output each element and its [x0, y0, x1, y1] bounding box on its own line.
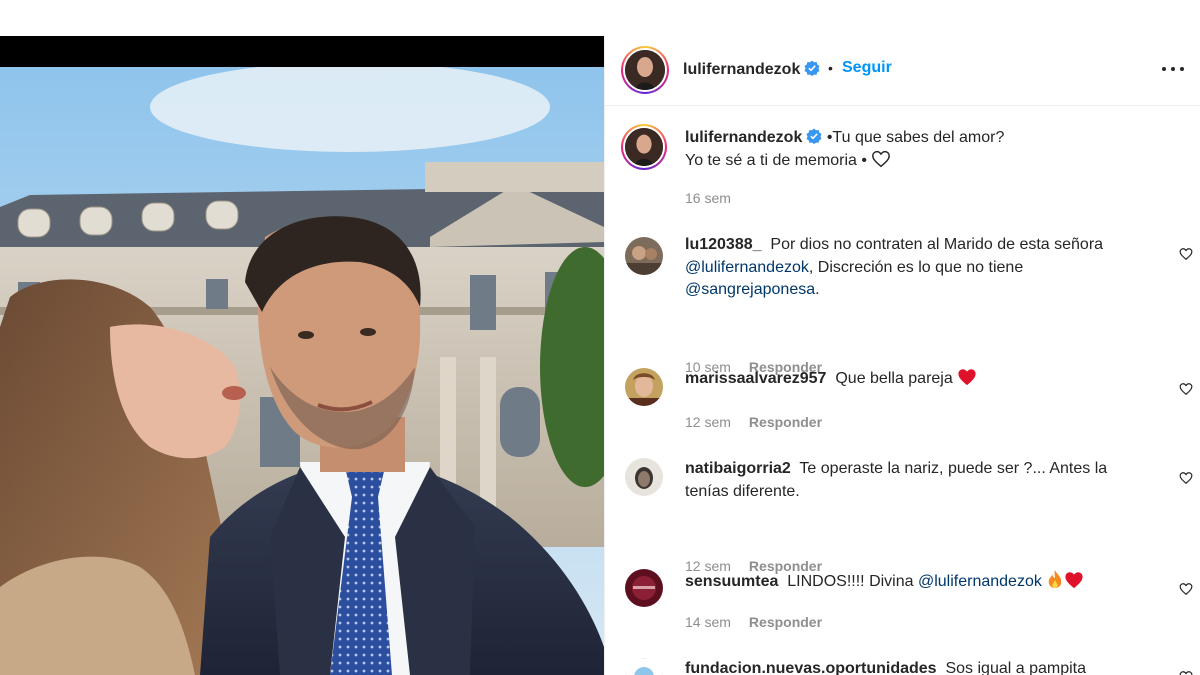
- author-username[interactable]: lulifernandezok: [683, 61, 800, 78]
- author-avatar-image: [625, 50, 665, 90]
- comment-username[interactable]: marissaalvarez957: [685, 370, 826, 387]
- comment-username[interactable]: fundacion.nuevas.oportunidades: [685, 660, 937, 675]
- comment-text: fundacion.nuevas.oportunidades Sos igual…: [685, 658, 1155, 675]
- caption-line-2: Yo te sé a ti de memoria •: [685, 151, 867, 169]
- like-heart-icon[interactable]: [1179, 247, 1193, 261]
- fire-emoji: [1049, 570, 1062, 588]
- comment-username[interactable]: lu120388_: [685, 236, 762, 253]
- comment-time: 12 sem: [685, 414, 731, 430]
- reply-button[interactable]: Responder: [749, 614, 822, 630]
- commenter-avatar-image: [625, 237, 663, 275]
- like-heart-icon[interactable]: [1179, 471, 1193, 485]
- caption-avatar-image: [625, 128, 663, 166]
- post-photo[interactable]: [0, 67, 604, 675]
- like-heart-icon[interactable]: [1179, 382, 1193, 396]
- comment-username[interactable]: sensuumtea: [685, 573, 778, 590]
- commenter-avatar[interactable]: [625, 658, 663, 675]
- commenter-avatar-image: [625, 368, 663, 406]
- caption-meta: 16 sem: [685, 190, 731, 206]
- comment-body: Por dios no contraten al Marido de esta …: [770, 236, 1104, 253]
- comment-meta: 12 sem Responder: [685, 414, 822, 430]
- author-avatar[interactable]: [621, 46, 669, 94]
- comment-body: , Discreción es lo que no tiene: [808, 258, 1024, 276]
- commenter-avatar[interactable]: [625, 237, 663, 275]
- caption-time: 16 sem: [685, 190, 731, 206]
- author-username-line: lulifernandezok: [683, 60, 820, 79]
- like-heart-icon[interactable]: [1179, 582, 1193, 596]
- comment-body: Sos igual a pampita: [945, 660, 1086, 675]
- caption-text: lulifernandezok •Tu que sabes del amor? …: [685, 127, 1155, 172]
- commenter-avatar[interactable]: [625, 458, 663, 496]
- comment-text: lu120388_ Por dios no contraten al Marid…: [685, 234, 1155, 302]
- post-header: lulifernandezok • Seguir: [605, 36, 1200, 106]
- commenter-avatar[interactable]: [625, 368, 663, 406]
- more-options-icon[interactable]: [1161, 56, 1185, 80]
- red-heart-emoji: [1065, 572, 1083, 589]
- commenter-avatar-image: [625, 658, 663, 675]
- post-media-area: [0, 0, 604, 675]
- comment-text: sensuumtea LINDOS!!!! Divina @lulifernan…: [685, 569, 1155, 594]
- comment-mention[interactable]: @lulifernandezok: [918, 573, 1042, 590]
- commenter-avatar-image: [625, 569, 663, 607]
- comment-meta: 14 sem Responder: [685, 614, 822, 630]
- post-details-panel: lulifernandezok • Seguir lulifernandezok…: [604, 36, 1200, 675]
- follow-button[interactable]: Seguir: [842, 59, 892, 77]
- media-top-bar: [0, 36, 604, 67]
- couple-selfie-image: [0, 67, 604, 675]
- comment-text: natibaigorria2 Te operaste la nariz, pue…: [685, 458, 1155, 503]
- outline-heart-icon: [872, 150, 891, 167]
- caption-author-avatar[interactable]: [621, 124, 667, 170]
- reply-button[interactable]: Responder: [749, 414, 822, 430]
- comment-username[interactable]: natibaigorria2: [685, 460, 791, 477]
- verified-badge-icon: [804, 60, 820, 76]
- comment-body: LINDOS!!!! Divina: [787, 573, 914, 590]
- comment-body: Que bella pareja: [835, 370, 953, 387]
- commenter-avatar-image: [625, 458, 663, 496]
- like-heart-icon[interactable]: [1179, 670, 1193, 675]
- verified-badge-icon: [806, 128, 822, 144]
- commenter-avatar[interactable]: [625, 569, 663, 607]
- caption-line-1: •Tu que sabes del amor?: [826, 129, 1005, 146]
- header-separator: •: [828, 60, 833, 76]
- comment-body: .: [815, 281, 820, 298]
- comment-text: marissaalvarez957 Que bella pareja: [685, 368, 1155, 391]
- caption-username[interactable]: lulifernandezok: [685, 129, 802, 146]
- comment-time: 14 sem: [685, 614, 731, 630]
- comment-mention[interactable]: @sangrejaponesa: [685, 281, 815, 298]
- comment-mention[interactable]: @lulifernandezok: [685, 259, 809, 276]
- red-heart-emoji: [958, 369, 976, 386]
